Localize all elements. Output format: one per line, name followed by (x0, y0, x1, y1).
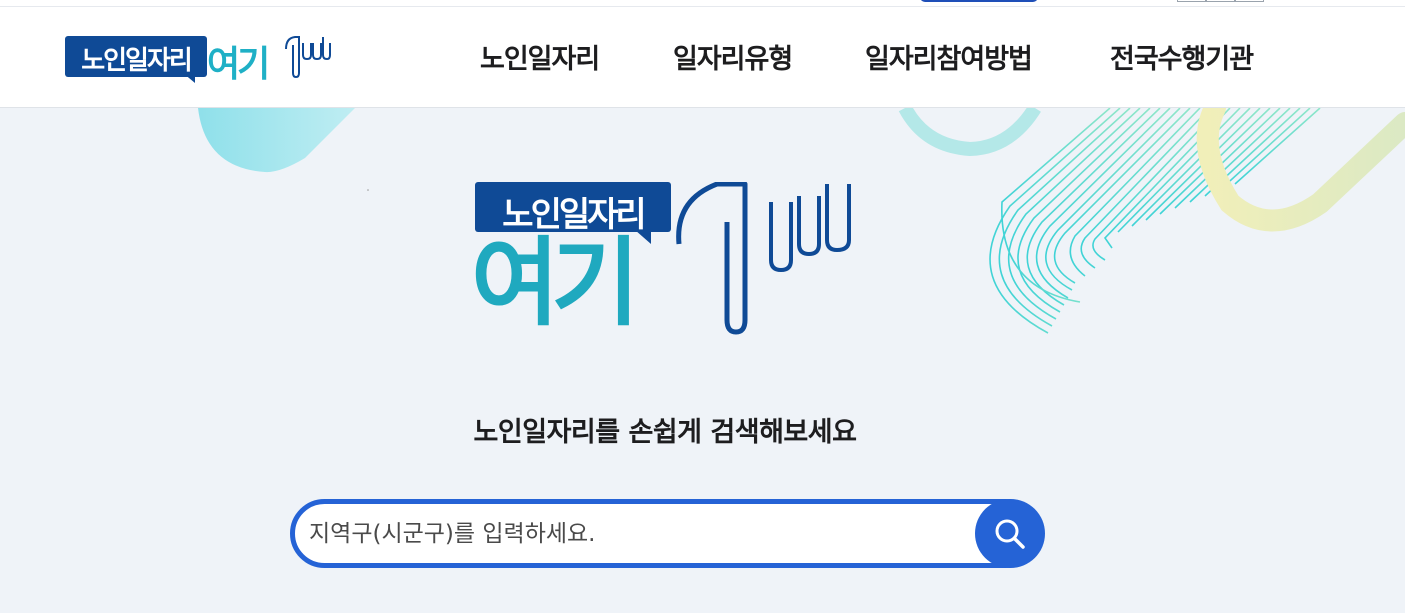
nav-item-agencies[interactable]: 전국수행기관 (1110, 37, 1254, 76)
font-size-button[interactable] (1206, 0, 1235, 2)
nav-item-senior-jobs[interactable]: 노인일자리 (480, 37, 600, 76)
utility-button[interactable] (920, 0, 1038, 2)
hero-logo-100-mark-icon (676, 182, 851, 335)
hero-logo-tail (635, 230, 651, 244)
hero-logo: 노인일자리 여기 (471, 182, 865, 342)
font-size-controls (1177, 0, 1264, 2)
nav-item-job-types[interactable]: 일자리유형 (673, 37, 793, 76)
font-size-button[interactable] (1235, 0, 1264, 2)
site-logo[interactable]: 노인일자리 여기 (65, 35, 335, 85)
search-icon (995, 519, 1025, 549)
logo-tail (183, 73, 195, 83)
font-size-button[interactable] (1177, 0, 1206, 2)
site-header: 노인일자리 여기 노인일자리 일자리유형 일자리참여방법 전국수행기관 (0, 7, 1405, 108)
nav-item-how-to-join[interactable]: 일자리참여방법 (865, 37, 1033, 76)
hero-logo-word: 여기 (471, 227, 640, 339)
region-search-input[interactable] (309, 514, 959, 554)
logo-box-text: 노인일자리 (81, 46, 193, 76)
logo-word: 여기 (207, 44, 270, 85)
search-button[interactable] (975, 499, 1045, 568)
hero-subtitle: 노인일자리를 손쉽게 검색해보세요 (473, 417, 857, 448)
utility-bar (0, 0, 1405, 7)
region-search-form (290, 499, 1045, 568)
logo-100-mark-icon (285, 36, 331, 79)
hero-section: 노인일자리 여기 노인일자리를 손쉽게 검색해보세요 (0, 108, 1405, 613)
